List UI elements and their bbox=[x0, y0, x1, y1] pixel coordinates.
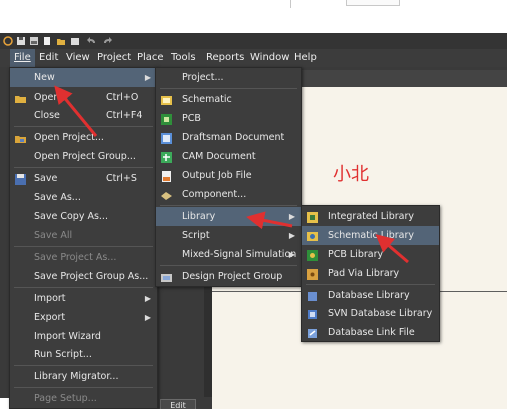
save-icon bbox=[15, 173, 26, 185]
pcb-library-icon bbox=[307, 249, 318, 261]
new-menu-project[interactable]: Project... bbox=[156, 68, 301, 87]
file-menu-save-project-as[interactable]: Save Project As... bbox=[10, 248, 157, 267]
library-menu-schematic[interactable]: Schematic Library bbox=[302, 226, 439, 245]
menu-view[interactable]: View bbox=[62, 49, 94, 67]
new-menu-design-project-group[interactable]: Design Project Group bbox=[156, 267, 301, 286]
file-menu-open-project-group[interactable]: Open Project Group... bbox=[10, 147, 157, 166]
file-menu-open[interactable]: Open... Ctrl+O bbox=[10, 88, 157, 107]
new-menu-component[interactable]: Component... bbox=[156, 185, 301, 204]
integrated-library-icon bbox=[307, 211, 318, 223]
redo-icon[interactable] bbox=[102, 36, 112, 46]
pad-via-library-icon bbox=[307, 268, 318, 280]
menu-place[interactable]: Place bbox=[133, 49, 168, 67]
new-menu-mixed-signal-simulation[interactable]: Mixed-Signal Simulation ▶ bbox=[156, 245, 301, 264]
library-menu-separator bbox=[306, 284, 435, 285]
menu-edit[interactable]: Edit bbox=[35, 49, 62, 67]
new-submenu: Project... Schematic PCB Draftsman Docum… bbox=[155, 67, 302, 287]
file-menu-separator bbox=[14, 126, 153, 127]
library-menu-svn-database[interactable]: SVN Database Library bbox=[302, 304, 439, 323]
file-menu-library-migrator[interactable]: Library Migrator... bbox=[10, 367, 157, 386]
library-menu-pcb[interactable]: PCB Library bbox=[302, 245, 439, 264]
file-menu-save-copy-as[interactable]: Save Copy As... bbox=[10, 207, 157, 226]
screen: File Edit View Project Place Tools Repor… bbox=[0, 0, 507, 409]
save-doc-icon[interactable] bbox=[70, 36, 80, 46]
open-folder-icon[interactable] bbox=[56, 36, 66, 46]
save-all-icon[interactable] bbox=[29, 36, 39, 46]
new-menu-library[interactable]: Library ▶ bbox=[156, 207, 301, 226]
top-tab-fragment bbox=[346, 0, 400, 6]
app-icon[interactable] bbox=[3, 36, 13, 46]
file-menu: New ▶ Open... Ctrl+O Close Ctrl+F4 Open Pro… bbox=[9, 67, 158, 409]
file-menu-separator bbox=[14, 387, 153, 388]
new-menu-separator bbox=[160, 88, 297, 89]
new-menu-cam[interactable]: CAM Document bbox=[156, 147, 301, 166]
file-menu-open-project[interactable]: Open Project... bbox=[10, 128, 157, 147]
quick-toolbar bbox=[0, 33, 507, 49]
file-menu-import-wizard[interactable]: Import Wizard bbox=[10, 327, 157, 346]
library-menu-database-link[interactable]: Database Link File bbox=[302, 323, 439, 342]
new-menu-schematic[interactable]: Schematic bbox=[156, 90, 301, 109]
new-doc-icon[interactable] bbox=[42, 36, 52, 46]
component-icon bbox=[161, 189, 172, 200]
library-menu-database[interactable]: Database Library bbox=[302, 286, 439, 305]
file-menu-import[interactable]: Import ▶ bbox=[10, 289, 157, 308]
menu-bar: File Edit View Project Place Tools Repor… bbox=[0, 49, 507, 67]
open-project-icon bbox=[15, 132, 26, 143]
new-menu-output-job[interactable]: Output Job File bbox=[156, 166, 301, 185]
file-menu-save[interactable]: Save Ctrl+S bbox=[10, 169, 157, 188]
outside-window-strip bbox=[0, 398, 9, 409]
schematic-icon bbox=[161, 94, 172, 105]
library-menu-pad-via[interactable]: Pad Via Library bbox=[302, 264, 439, 283]
new-menu-separator bbox=[160, 265, 297, 266]
file-menu-separator bbox=[14, 365, 153, 366]
schematic-library-icon bbox=[307, 230, 318, 241]
file-menu-separator bbox=[14, 287, 153, 288]
file-menu-save-project-group-as[interactable]: Save Project Group As... bbox=[10, 267, 157, 286]
database-link-icon bbox=[307, 327, 318, 338]
svn-database-library-icon bbox=[307, 308, 318, 319]
library-menu-integrated[interactable]: Integrated Library bbox=[302, 207, 439, 226]
annotation-text: 小北 bbox=[333, 164, 369, 185]
menu-project[interactable]: Project bbox=[93, 49, 135, 67]
top-divider bbox=[290, 0, 291, 8]
file-menu-page-setup[interactable]: Page Setup... bbox=[10, 389, 157, 408]
menu-reports[interactable]: Reports bbox=[202, 49, 248, 67]
new-menu-draftsman[interactable]: Draftsman Document bbox=[156, 128, 301, 147]
project-group-icon bbox=[161, 271, 172, 282]
menu-help[interactable]: Help bbox=[290, 49, 321, 67]
new-menu-pcb[interactable]: PCB bbox=[156, 109, 301, 128]
file-menu-run-script[interactable]: Run Script... bbox=[10, 345, 157, 364]
file-menu-separator bbox=[14, 246, 153, 247]
database-library-icon bbox=[307, 290, 318, 301]
save-icon[interactable] bbox=[16, 36, 26, 46]
file-menu-export[interactable]: Export ▶ bbox=[10, 308, 157, 327]
folder-icon bbox=[15, 92, 26, 103]
draftsman-icon bbox=[161, 132, 172, 144]
new-menu-separator bbox=[160, 205, 297, 206]
file-menu-separator bbox=[14, 167, 153, 168]
menu-tools[interactable]: Tools bbox=[167, 49, 200, 67]
file-menu-save-as[interactable]: Save As... bbox=[10, 188, 157, 207]
menu-window[interactable]: Window bbox=[246, 49, 293, 67]
menu-file[interactable]: File bbox=[10, 49, 35, 67]
edit-button[interactable]: Edit bbox=[160, 399, 196, 409]
library-submenu: Integrated Library Schematic Library PCB… bbox=[301, 205, 440, 342]
window-top-area bbox=[0, 0, 507, 33]
file-menu-new[interactable]: New ▶ bbox=[10, 68, 157, 87]
undo-icon[interactable] bbox=[87, 36, 97, 46]
output-job-icon bbox=[161, 170, 172, 182]
pcb-icon bbox=[161, 113, 172, 125]
file-menu-close[interactable]: Close Ctrl+F4 bbox=[10, 106, 157, 125]
cam-icon bbox=[161, 151, 172, 163]
new-menu-script[interactable]: Script ▶ bbox=[156, 226, 301, 245]
file-menu-save-all[interactable]: Save All bbox=[10, 226, 157, 245]
